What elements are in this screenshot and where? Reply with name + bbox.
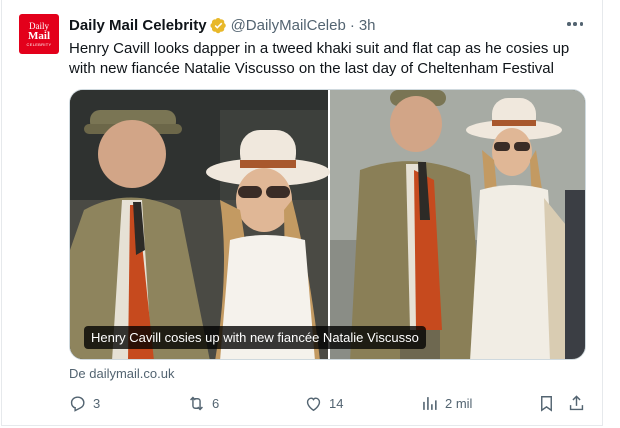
bookmark-button[interactable] — [537, 392, 556, 414]
link-source[interactable]: De dailymail.co.uk — [69, 366, 175, 381]
bookmark-icon — [541, 395, 552, 412]
views-count: 2 mil — [445, 395, 473, 411]
more-icon[interactable] — [564, 16, 586, 32]
media-image[interactable]: Henry Cavill cosies up with new fiancée … — [69, 89, 586, 360]
like-button[interactable]: 14 — [304, 392, 343, 414]
separator-dot: · — [349, 16, 355, 34]
views-icon — [423, 396, 437, 410]
repost-count: 6 — [212, 395, 220, 411]
share-icon — [569, 394, 584, 410]
media-photo-illustration — [70, 90, 585, 359]
repost-button[interactable]: 6 — [187, 392, 219, 414]
reply-icon — [70, 395, 85, 412]
reply-button[interactable]: 3 — [68, 392, 100, 414]
verified-icon — [210, 17, 227, 34]
like-count: 14 — [329, 395, 344, 411]
tweet-header: Daily Mail Celebrity @DailyMailCeleb · 3… — [69, 15, 376, 35]
avatar[interactable]: Daily Mail CELEBRITY — [19, 14, 59, 54]
reply-count: 3 — [93, 395, 101, 411]
share-button[interactable] — [567, 392, 586, 414]
author-name[interactable]: Daily Mail Celebrity — [69, 17, 207, 34]
repost-icon — [190, 396, 203, 410]
timestamp[interactable]: 3h — [359, 17, 376, 34]
author-handle[interactable]: @DailyMailCeleb — [231, 17, 346, 34]
tweet-card[interactable]: Daily Mail CELEBRITY Daily Mail Celebrit… — [1, 0, 603, 426]
avatar-text-celebrity: CELEBRITY — [26, 41, 52, 47]
views-button[interactable]: 2 mil — [420, 392, 472, 414]
action-bar: 3 6 14 2 mil — [2, 392, 604, 414]
avatar-text-mail: Mail — [28, 29, 50, 42]
like-icon — [306, 396, 321, 411]
media-caption: Henry Cavill cosies up with new fiancée … — [84, 326, 426, 349]
tweet-text: Henry Cavill looks dapper in a tweed kha… — [69, 40, 570, 77]
